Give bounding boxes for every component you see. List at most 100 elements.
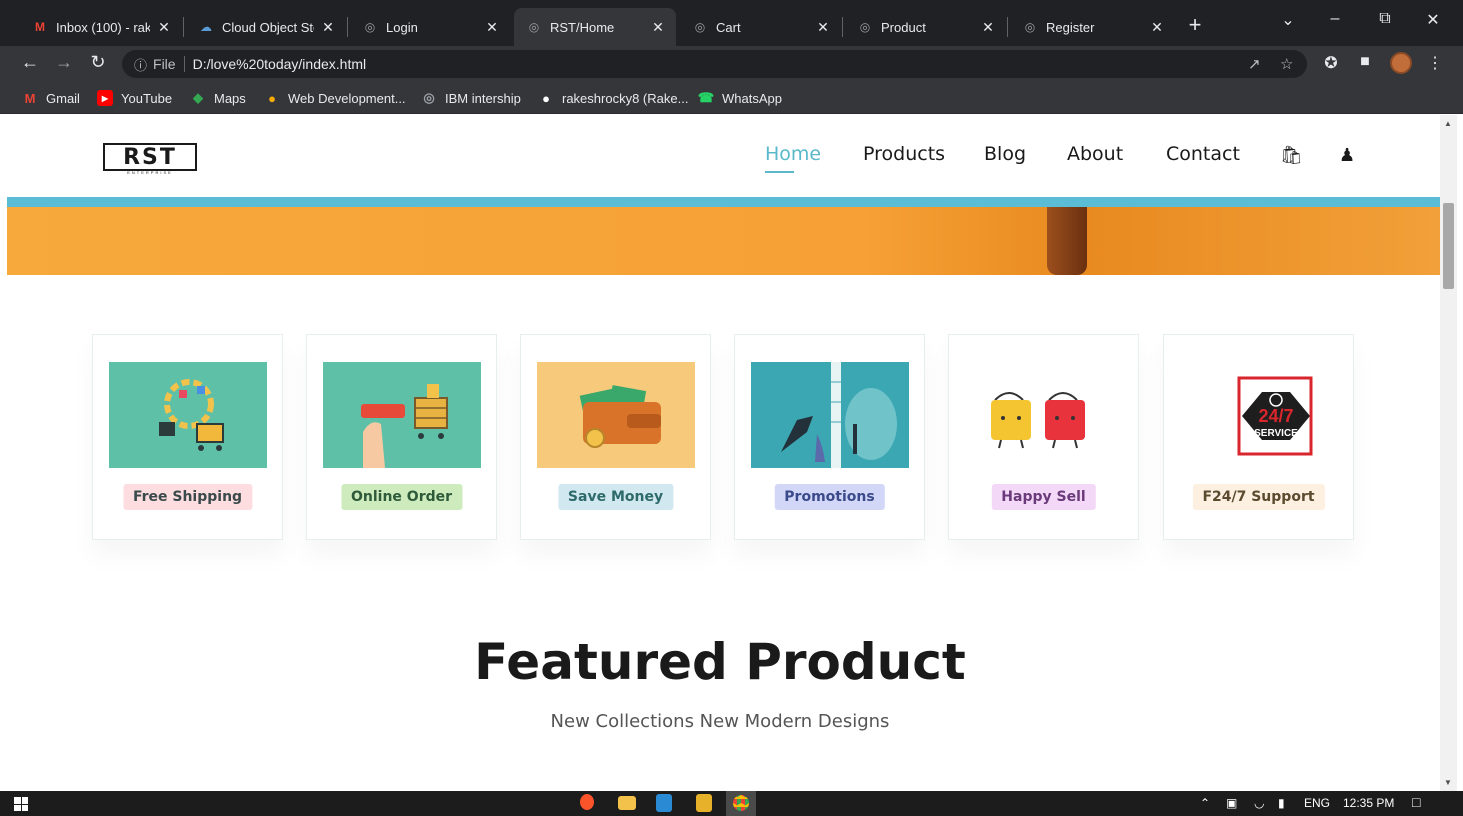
nav-home[interactable]: Home bbox=[765, 143, 821, 165]
feature-label: Online Order bbox=[340, 484, 463, 510]
free-shipping-illustration bbox=[109, 362, 267, 468]
windows-taskbar: ⌃ ▣ ◡ ▮ ENG 12:35 PM □ bbox=[0, 791, 1463, 816]
nav-about[interactable]: About bbox=[1067, 143, 1123, 165]
tab-close-icon[interactable]: ✕ bbox=[1149, 19, 1165, 36]
tab-title: RST/Home bbox=[550, 19, 615, 35]
feature-card-online-order[interactable]: Online Order bbox=[306, 334, 497, 540]
back-icon[interactable]: ← bbox=[18, 52, 42, 73]
tab-search-chevron-icon[interactable]: ⌄ bbox=[1276, 10, 1300, 30]
browser-tab[interactable]: M Inbox (100) - raké ✕ bbox=[20, 8, 182, 46]
tab-separator bbox=[1007, 17, 1008, 37]
tab-close-icon[interactable]: ✕ bbox=[650, 19, 666, 36]
forward-icon[interactable]: → bbox=[52, 52, 76, 73]
browser-tab[interactable]: ◎ Cart ✕ bbox=[680, 8, 841, 46]
user-icon[interactable]: ♟ bbox=[1339, 145, 1355, 166]
bookmark-label: rakeshrocky8 (Rake... bbox=[562, 90, 689, 106]
scroll-down-arrow-icon[interactable]: ▼ bbox=[1444, 778, 1452, 787]
tab-title: Login bbox=[386, 19, 418, 35]
profile-avatar[interactable] bbox=[1390, 52, 1412, 74]
hero-banner-bottom bbox=[7, 197, 1440, 275]
globe-icon: ◎ bbox=[694, 20, 706, 34]
site-logo[interactable]: RST bbox=[103, 143, 197, 171]
file-explorer-icon[interactable] bbox=[618, 796, 636, 810]
minimize-icon[interactable]: – bbox=[1323, 10, 1347, 28]
wifi-icon[interactable]: ◡ bbox=[1254, 796, 1264, 810]
shopping-bag-icon[interactable]: 🛍 bbox=[1280, 145, 1303, 166]
feature-card-free-shipping[interactable]: Free Shipping bbox=[92, 334, 283, 540]
features-section: Free Shipping Online Order Save Money Pr… bbox=[0, 334, 1440, 540]
tray-app-icon[interactable]: ▣ bbox=[1226, 796, 1237, 810]
browser-tab-bar: M Inbox (100) - raké ✕ ☁ Cloud Object Sto ✕ ◎ L… bbox=[0, 0, 1463, 46]
windows-start-icon[interactable] bbox=[14, 797, 28, 811]
scrollbar-thumb[interactable] bbox=[1443, 203, 1454, 289]
support-illustration: 24/7 SERVICE bbox=[1180, 362, 1338, 468]
ibm-cloud-icon: ☁ bbox=[200, 20, 212, 34]
close-window-icon[interactable]: ✕ bbox=[1421, 10, 1445, 30]
browser-tab[interactable]: ◎ Register ✕ bbox=[1010, 8, 1175, 46]
tab-close-icon[interactable]: ✕ bbox=[484, 19, 500, 36]
feature-card-support[interactable]: 24/7 SERVICE F24/7 Support bbox=[1163, 334, 1354, 540]
browser-tab[interactable]: ☁ Cloud Object Sto ✕ bbox=[186, 8, 346, 46]
side-panel-icon[interactable]: ■ bbox=[1354, 53, 1376, 71]
menu-kebab-icon[interactable]: ⋮ bbox=[1424, 53, 1446, 73]
share-icon[interactable]: ↗ bbox=[1248, 55, 1261, 73]
feature-card-happy-sell[interactable]: Happy Sell bbox=[948, 334, 1139, 540]
bookmark-star-icon[interactable]: ☆ bbox=[1280, 55, 1293, 73]
feature-label: Save Money bbox=[557, 484, 674, 510]
bookmark-item[interactable]: ☎ WhatsApp bbox=[698, 90, 782, 106]
url-text[interactable]: D:/love%20today/index.html bbox=[193, 56, 367, 72]
tab-title: Register bbox=[1046, 19, 1095, 35]
address-bar[interactable]: ⓘ File D:/love%20today/index.html bbox=[122, 50, 1307, 78]
browser-tab[interactable]: ◎ Login ✕ bbox=[350, 8, 510, 46]
logo-subtitle: ENTERPRISE bbox=[127, 170, 173, 175]
tab-close-icon[interactable]: ✕ bbox=[320, 19, 336, 36]
page-scrollbar[interactable]: ▲ ▼ bbox=[1440, 115, 1457, 791]
language-indicator[interactable]: ENG bbox=[1304, 796, 1330, 810]
chrome-taskbar-slot[interactable] bbox=[726, 791, 756, 816]
feature-label: Free Shipping bbox=[122, 484, 253, 510]
bookmark-item[interactable]: M Gmail bbox=[22, 90, 80, 106]
online-order-illustration bbox=[323, 362, 481, 468]
globe-icon: ◎ bbox=[859, 20, 871, 34]
system-clock[interactable]: 12:35 PM bbox=[1343, 796, 1394, 810]
info-icon[interactable]: ⓘ bbox=[134, 55, 147, 74]
globe-icon: ◎ bbox=[1024, 20, 1036, 34]
brave-browser-icon[interactable] bbox=[580, 794, 594, 810]
bookmark-item[interactable]: ◆ Maps bbox=[190, 90, 246, 106]
new-tab-button[interactable]: + bbox=[1185, 12, 1205, 38]
notes-app-icon[interactable] bbox=[696, 794, 712, 812]
hero-orange-band bbox=[7, 207, 1440, 275]
notifications-icon[interactable]: □ bbox=[1412, 794, 1420, 810]
feature-label: Promotions bbox=[774, 484, 885, 510]
bookmark-item[interactable]: ▶ YouTube bbox=[97, 90, 172, 106]
tab-close-icon[interactable]: ✕ bbox=[815, 19, 831, 36]
tray-chevron-icon[interactable]: ⌃ bbox=[1200, 796, 1210, 810]
promotions-illustration bbox=[751, 362, 909, 468]
reload-icon[interactable]: ↻ bbox=[86, 52, 110, 73]
tab-close-icon[interactable]: ✕ bbox=[156, 19, 172, 36]
nav-products[interactable]: Products bbox=[863, 143, 945, 165]
tab-separator bbox=[183, 17, 184, 37]
vscode-icon[interactable] bbox=[656, 794, 672, 812]
feature-card-promotions[interactable]: Promotions bbox=[734, 334, 925, 540]
scroll-up-arrow-icon[interactable]: ▲ bbox=[1444, 119, 1452, 128]
bookmark-label: YouTube bbox=[121, 90, 173, 106]
tab-close-icon[interactable]: ✕ bbox=[980, 19, 996, 36]
browser-tab[interactable]: ◎ Product ✕ bbox=[845, 8, 1006, 46]
globe-icon: ◎ bbox=[423, 90, 435, 105]
extensions-icon[interactable]: ✪ bbox=[1320, 53, 1342, 73]
nav-contact[interactable]: Contact bbox=[1166, 143, 1240, 165]
tab-title: Cloud Object Sto bbox=[222, 19, 314, 35]
hero-model-leg bbox=[1047, 207, 1087, 275]
nav-blog[interactable]: Blog bbox=[984, 143, 1026, 165]
bookmark-item[interactable]: ● Web Development... bbox=[264, 90, 405, 106]
scheme-label: File bbox=[153, 56, 176, 72]
bookmark-item[interactable]: ◎ IBM intership bbox=[421, 90, 521, 106]
feature-label: Happy Sell bbox=[991, 484, 1096, 510]
save-money-illustration bbox=[537, 362, 695, 468]
restore-icon[interactable]: ⧉ bbox=[1373, 10, 1397, 28]
feature-card-save-money[interactable]: Save Money bbox=[520, 334, 711, 540]
bookmark-item[interactable]: ● rakeshrocky8 (Rake... bbox=[538, 90, 688, 106]
browser-tab[interactable]: ◎ RST/Home ✕ bbox=[514, 8, 676, 46]
battery-icon[interactable]: ▮ bbox=[1278, 796, 1285, 810]
